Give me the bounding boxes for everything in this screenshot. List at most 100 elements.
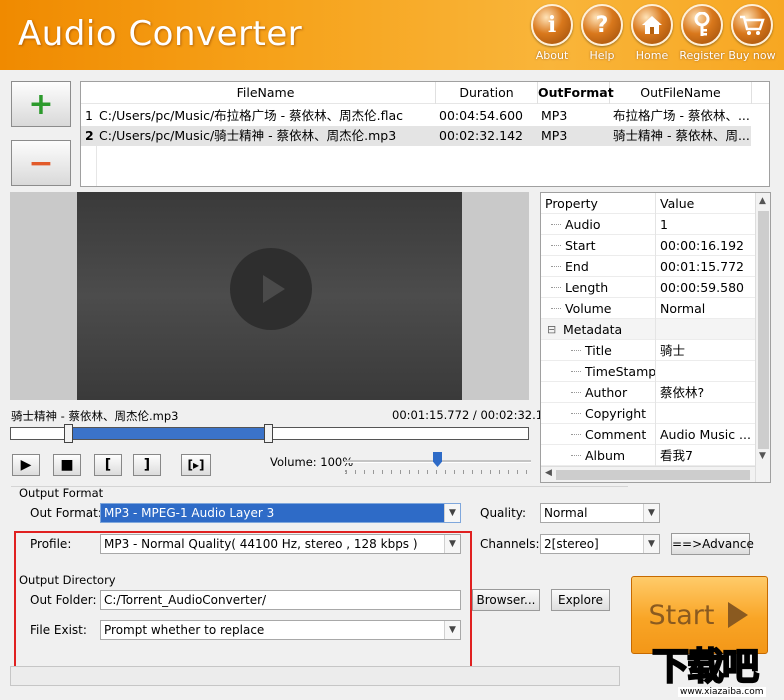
property-scrollbar[interactable]: ▲ ▼ — [755, 193, 770, 482]
property-row[interactable]: Start 00:00:16.192 — [541, 235, 755, 256]
hscrollbar-thumb[interactable] — [556, 470, 750, 480]
property-row[interactable]: Album 看我7 — [541, 445, 755, 466]
property-value: Audio Music ... — [655, 424, 753, 445]
property-row[interactable]: Author 蔡依林? — [541, 382, 755, 403]
play-selection-icon: [▸] — [187, 458, 205, 472]
set-start-button[interactable]: [ — [94, 454, 122, 476]
watermark-logo: 下载吧 www.xiazaiba.com — [651, 644, 766, 697]
help-button[interactable]: ? Help — [577, 4, 627, 66]
property-key: Author — [585, 385, 628, 400]
property-key: End — [565, 259, 589, 274]
column-header-outformat[interactable]: OutFormat — [538, 82, 614, 104]
cell-filename: C:/Users/pc/Music/布拉格广场 - 蔡依林、周杰伦.flac — [99, 108, 403, 123]
collapse-icon[interactable]: ⊟ — [547, 319, 556, 340]
table-row-selected[interactable]: 2 C:/Users/pc/Music/骑士精神 - 蔡依林、周杰伦.mp3 0… — [81, 126, 751, 146]
property-key: TimeStamp — [585, 364, 657, 379]
tree-line — [551, 266, 561, 267]
scroll-down-icon[interactable]: ▼ — [759, 451, 766, 461]
browse-button[interactable]: Browser... — [472, 589, 540, 611]
volume-slider-thumb[interactable] — [433, 452, 442, 467]
video-preview[interactable] — [10, 192, 529, 400]
property-row[interactable]: Copyright — [541, 403, 755, 424]
home-label: Home — [635, 49, 669, 62]
row-index: 1 — [85, 108, 93, 123]
help-label: Help — [589, 49, 615, 62]
end-marker-handle[interactable] — [264, 424, 273, 443]
register-button[interactable]: Register — [677, 4, 727, 66]
start-marker-handle[interactable] — [64, 424, 73, 443]
volume-ticks — [345, 470, 531, 474]
scrollbar-thumb[interactable] — [758, 211, 769, 449]
quality-value: Normal — [544, 506, 588, 520]
cell-filename: C:/Users/pc/Music/骑士精神 - 蔡依林、周杰伦.mp3 — [99, 128, 397, 143]
column-header-duration[interactable]: Duration — [436, 82, 538, 104]
stop-icon: ■ — [60, 457, 74, 473]
table-row[interactable]: 1 C:/Users/pc/Music/布拉格广场 - 蔡依林、周杰伦.flac… — [81, 106, 751, 126]
play-button[interactable]: ▶ — [12, 454, 40, 476]
start-label: Start — [648, 599, 715, 631]
tree-line — [551, 245, 561, 246]
scroll-left-icon[interactable]: ◀ — [545, 468, 552, 478]
column-header-filename[interactable]: FileName — [96, 82, 436, 104]
play-selection-button[interactable]: [▸] — [181, 454, 211, 476]
cell-outfilename: 布拉格广场 - 蔡依林、... — [613, 108, 750, 123]
help-icon: ? — [581, 4, 623, 46]
file-table[interactable]: FileName Duration OutFormat OutFileName … — [80, 81, 770, 187]
time-readout: 00:01:15.772 / 00:02:32.142 — [392, 408, 558, 422]
add-file-button[interactable]: + — [11, 81, 71, 127]
buy-now-button[interactable]: Buy now — [727, 4, 777, 66]
play-icon: ▶ — [20, 457, 32, 473]
property-value: 00:01:15.772 — [655, 256, 753, 277]
property-row[interactable]: Comment Audio Music ... — [541, 424, 755, 445]
register-label: Register — [679, 49, 725, 62]
status-bar — [10, 666, 620, 686]
cell-outformat: MP3 — [541, 128, 568, 143]
set-end-button[interactable]: ] — [133, 454, 161, 476]
cell-outfilename: 骑士精神 - 蔡依林、周... — [613, 128, 750, 143]
video-screen — [77, 192, 462, 400]
property-row[interactable]: End 00:01:15.772 — [541, 256, 755, 277]
home-button[interactable]: Home — [627, 4, 677, 66]
property-key: Start — [565, 238, 596, 253]
property-key: Comment — [585, 427, 647, 442]
property-row[interactable]: ⊟ Metadata — [541, 319, 755, 340]
app-title: Audio Converter — [18, 14, 303, 54]
key-icon — [681, 4, 723, 46]
play-icon — [263, 275, 285, 303]
cell-outformat: MP3 — [541, 108, 568, 123]
column-header-outfilename[interactable]: OutFileName — [610, 82, 752, 104]
tree-line — [551, 308, 561, 309]
explore-button[interactable]: Explore — [551, 589, 610, 611]
channels-select[interactable]: 2[stereo] ▼ — [540, 534, 660, 554]
property-row[interactable]: TimeStamp — [541, 361, 755, 382]
stop-button[interactable]: ■ — [53, 454, 81, 476]
scroll-up-icon[interactable]: ▲ — [759, 196, 766, 206]
buy-now-label: Buy now — [728, 49, 776, 62]
quality-label: Quality: — [480, 506, 527, 520]
start-button[interactable]: Start — [631, 576, 768, 654]
property-row[interactable]: Length 00:00:59.580 — [541, 277, 755, 298]
property-panel[interactable]: Property Value Audio 1 Start 00:00:16.192 En… — [540, 192, 771, 483]
property-header-value: Value — [655, 193, 753, 214]
property-key: Volume — [565, 301, 612, 316]
quality-select[interactable]: Normal ▼ — [540, 503, 660, 523]
about-button[interactable]: i About — [527, 4, 577, 66]
chevron-down-icon: ▼ — [643, 504, 659, 522]
property-header-key: Property — [545, 196, 598, 211]
property-row[interactable]: Title 骑士 — [541, 340, 755, 361]
property-value: 看我7 — [655, 445, 753, 466]
play-overlay-button[interactable] — [230, 248, 312, 330]
bracket-left-icon: [ — [104, 457, 112, 473]
bracket-right-icon: ] — [143, 457, 151, 473]
play-arrow-icon — [728, 602, 749, 628]
out-format-select[interactable]: MP3 - MPEG-1 Audio Layer 3 ▼ — [100, 503, 461, 523]
remove-file-button[interactable]: − — [11, 140, 71, 186]
cell-duration: 00:04:54.600 — [439, 108, 523, 123]
property-hscrollbar[interactable]: ◀ — [541, 466, 755, 482]
channels-value: 2[stereo] — [544, 537, 599, 551]
advance-button[interactable]: ==>Advance — [671, 533, 754, 555]
about-label: About — [535, 49, 569, 62]
property-row[interactable]: Audio 1 — [541, 214, 755, 235]
property-row[interactable]: Volume Normal — [541, 298, 755, 319]
property-value: 00:00:59.580 — [655, 277, 753, 298]
